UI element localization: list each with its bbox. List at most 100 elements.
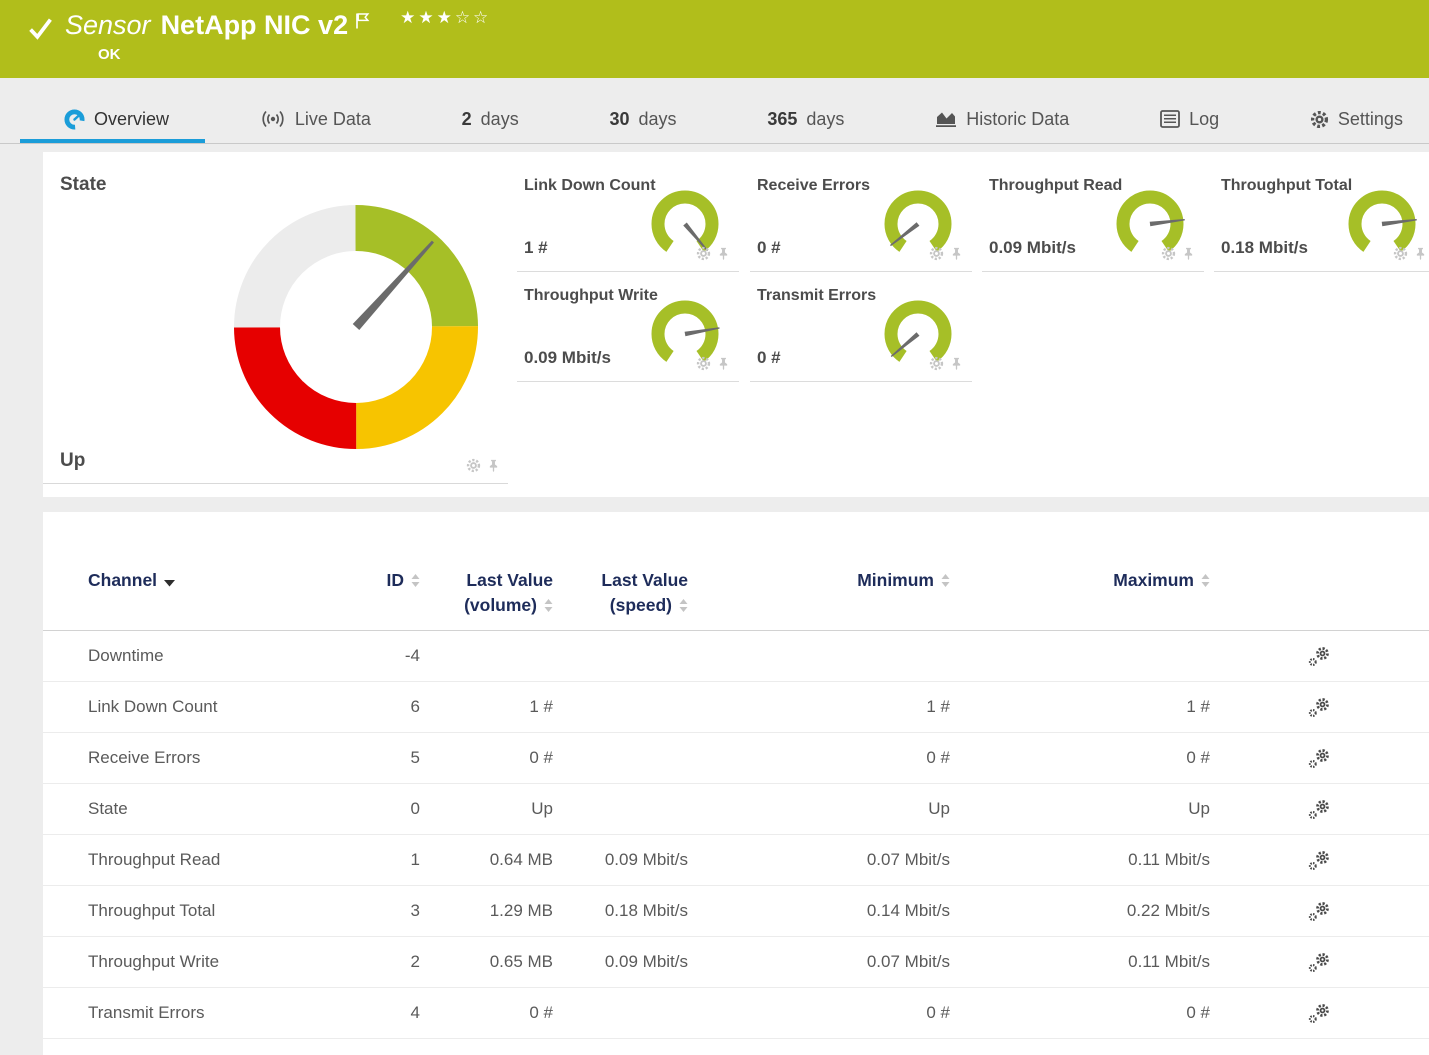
table-row: Downtime -4 — [43, 631, 1429, 682]
state-gauge-value: Up — [60, 450, 85, 472]
gear-icon[interactable] — [696, 246, 711, 261]
cell-maximum: 0 # — [950, 1003, 1210, 1023]
gear-icon[interactable] — [466, 458, 481, 473]
log-icon — [1160, 110, 1180, 128]
pin-icon[interactable] — [950, 356, 963, 371]
cell-channel: Transmit Errors — [88, 1003, 378, 1023]
cell-id: 3 — [378, 901, 420, 921]
gear-icon[interactable] — [929, 246, 944, 261]
live-icon — [260, 110, 286, 128]
state-gauge-title: State — [60, 174, 106, 196]
gauge-value: 0.18 Mbit/s — [1221, 238, 1308, 258]
page-title: NetApp NIC v2 — [161, 7, 349, 43]
cell-maximum: 0.11 Mbit/s — [950, 850, 1210, 870]
cell-id: 0 — [378, 799, 420, 819]
gear-icon[interactable] — [929, 356, 944, 371]
cell-id: 4 — [378, 1003, 420, 1023]
gauge-title: Throughput Write — [524, 287, 658, 305]
cell-channel: Link Down Count — [88, 697, 378, 717]
cell-id: 5 — [378, 748, 420, 768]
cell-id: -4 — [378, 646, 420, 666]
cell-minimum: 0.07 Mbit/s — [688, 850, 950, 870]
cell-minimum: 1 # — [688, 697, 950, 717]
cell-minimum: 0.14 Mbit/s — [688, 901, 950, 921]
tab-2-days[interactable]: 2 days — [462, 95, 519, 143]
cell-maximum: Up — [950, 799, 1210, 819]
gauge-value: 0.09 Mbit/s — [989, 238, 1076, 258]
channel-settings-gears-icon[interactable] — [1308, 1003, 1332, 1024]
gauge-panel-throughput-write: Throughput Write 0.09 Mbit/s — [517, 280, 739, 382]
channel-table-header: Channel ID Last Value (volume) Last Valu… — [43, 512, 1429, 631]
flag-icon[interactable] — [355, 7, 370, 43]
tab-live-data[interactable]: Live Data — [260, 95, 371, 143]
star-rating[interactable]: ★★★☆☆ — [400, 7, 491, 29]
cell-maximum: 1 # — [950, 697, 1210, 717]
cell-channel: Throughput Read — [88, 850, 378, 870]
sort-icon — [544, 593, 553, 618]
tab-log[interactable]: Log — [1160, 95, 1219, 143]
gauge-icon — [64, 109, 85, 130]
gauge-panel-throughput-read: Throughput Read 0.09 Mbit/s — [982, 170, 1204, 272]
gauge-panel-link-down-count: Link Down Count 1 # — [517, 170, 739, 272]
cell-minimum: 0.07 Mbit/s — [688, 952, 950, 972]
sort-icon — [411, 568, 420, 593]
sort-icon — [1201, 568, 1210, 593]
sort-icon — [941, 568, 950, 593]
cell-channel: State — [88, 799, 378, 819]
tab-bar: Overview Live Data 2 days 30 days 365 da… — [0, 95, 1429, 144]
gear-icon[interactable] — [1161, 246, 1176, 261]
cell-maximum: 0 # — [950, 748, 1210, 768]
tab-overview[interactable]: Overview — [64, 95, 169, 143]
sensor-status-badge: OK — [98, 46, 491, 63]
cell-channel: Downtime — [88, 646, 378, 666]
gauges-panel: State Up Link Down Count 1 # — [43, 152, 1429, 497]
table-row: Link Down Count 6 1 # 1 # 1 # — [43, 682, 1429, 733]
tab-label: Overview — [94, 109, 169, 130]
cell-last-volume: 0.64 MB — [420, 850, 553, 870]
pin-icon[interactable] — [717, 246, 730, 261]
sensor-header: Sensor NetApp NIC v2 ★★★☆☆ OK — [0, 0, 1429, 78]
cell-channel: Throughput Write — [88, 952, 378, 972]
cell-last-volume: 0 # — [420, 748, 553, 768]
column-header-channel[interactable]: Channel — [88, 568, 378, 593]
column-header-last-volume[interactable]: Last Value (volume) — [420, 568, 553, 618]
table-row: Throughput Write 2 0.65 MB 0.09 Mbit/s 0… — [43, 937, 1429, 988]
column-header-maximum[interactable]: Maximum — [950, 568, 1210, 593]
cell-last-speed: 0.18 Mbit/s — [553, 901, 688, 921]
tab-number: 30 — [610, 109, 630, 130]
column-header-id[interactable]: ID — [378, 568, 420, 593]
gauge-panel-receive-errors: Receive Errors 0 # — [750, 170, 972, 272]
gauge-title: Receive Errors — [757, 177, 870, 195]
column-header-last-speed[interactable]: Last Value (speed) — [553, 568, 688, 618]
channel-settings-gears-icon[interactable] — [1308, 901, 1332, 922]
tab-settings[interactable]: Settings — [1310, 95, 1403, 143]
pin-icon[interactable] — [717, 356, 730, 371]
cell-last-volume: 0.65 MB — [420, 952, 553, 972]
tab-30-days[interactable]: 30 days — [610, 95, 677, 143]
chart-icon — [935, 110, 957, 129]
gear-icon[interactable] — [1393, 246, 1408, 261]
cell-channel: Receive Errors — [88, 748, 378, 768]
cell-id: 1 — [378, 850, 420, 870]
pin-icon[interactable] — [950, 246, 963, 261]
pin-icon[interactable] — [1414, 246, 1427, 261]
column-header-minimum[interactable]: Minimum — [688, 568, 950, 593]
pin-icon[interactable] — [1182, 246, 1195, 261]
cell-maximum: 0.11 Mbit/s — [950, 952, 1210, 972]
channel-settings-gears-icon[interactable] — [1308, 748, 1332, 769]
channel-settings-gears-icon[interactable] — [1308, 799, 1332, 820]
tab-label: Live Data — [295, 109, 371, 130]
channel-settings-gears-icon[interactable] — [1308, 697, 1332, 718]
pin-icon[interactable] — [487, 458, 500, 473]
tab-365-days[interactable]: 365 days — [767, 95, 844, 143]
tab-historic-data[interactable]: Historic Data — [935, 95, 1069, 143]
channel-settings-gears-icon[interactable] — [1308, 850, 1332, 871]
cell-last-volume: 1 # — [420, 697, 553, 717]
gear-icon[interactable] — [696, 356, 711, 371]
channel-settings-gears-icon[interactable] — [1308, 646, 1332, 667]
cell-id: 6 — [378, 697, 420, 717]
tab-label: Settings — [1338, 109, 1403, 130]
channel-settings-gears-icon[interactable] — [1308, 952, 1332, 973]
gauge-value: 0 # — [757, 348, 781, 368]
gauge-panel-transmit-errors: Transmit Errors 0 # — [750, 280, 972, 382]
